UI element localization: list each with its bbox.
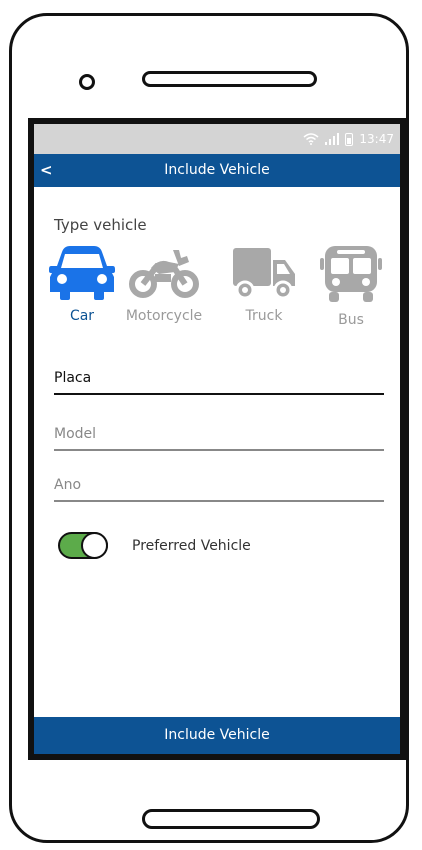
preferred-vehicle-label: Preferred Vehicle (132, 537, 251, 554)
vehicle-option-motorcycle[interactable]: Motorcycle (124, 244, 204, 324)
model-field[interactable]: Model (54, 426, 384, 451)
wifi-icon (303, 133, 319, 145)
vehicle-label-car: Car (69, 308, 95, 324)
home-button[interactable] (142, 809, 320, 829)
ano-field[interactable]: Ano (54, 477, 384, 502)
placa-label: Placa (54, 370, 92, 386)
bus-icon (320, 246, 382, 302)
vehicle-option-car[interactable]: Car (42, 244, 122, 324)
vehicle-label-truck: Truck (245, 308, 283, 324)
model-label: Model (54, 426, 97, 442)
vehicle-option-bus[interactable]: Bus (311, 244, 391, 328)
app-bar: < Include Vehicle (34, 154, 400, 187)
vehicle-label-bus: Bus (338, 312, 364, 328)
vehicle-option-truck[interactable]: Truck (224, 244, 304, 324)
vehicle-label-motorcycle: Motorcycle (125, 308, 203, 324)
preferred-vehicle-row: Preferred Vehicle (58, 532, 251, 559)
status-bar: 13:47 (34, 124, 400, 154)
motorcycle-icon (129, 250, 199, 298)
model-underline (54, 449, 384, 451)
ano-label: Ano (54, 477, 82, 493)
truck-icon (233, 248, 295, 300)
battery-icon (345, 132, 354, 146)
signal-icon (325, 133, 340, 145)
ano-underline (54, 500, 384, 502)
include-vehicle-button[interactable]: Include Vehicle (34, 717, 400, 754)
status-time: 13:47 (359, 132, 394, 146)
page-title: Include Vehicle (164, 162, 270, 178)
placa-underline (54, 393, 384, 395)
screen: 13:47 < Include Vehicle Type vehicle Car… (28, 118, 406, 760)
toggle-knob (81, 532, 108, 559)
placa-field[interactable]: Placa (54, 370, 384, 395)
preferred-vehicle-toggle[interactable] (58, 532, 108, 559)
camera (79, 74, 95, 90)
type-vehicle-label: Type vehicle (54, 216, 147, 234)
car-icon (49, 246, 115, 300)
speaker-slot (142, 71, 317, 87)
